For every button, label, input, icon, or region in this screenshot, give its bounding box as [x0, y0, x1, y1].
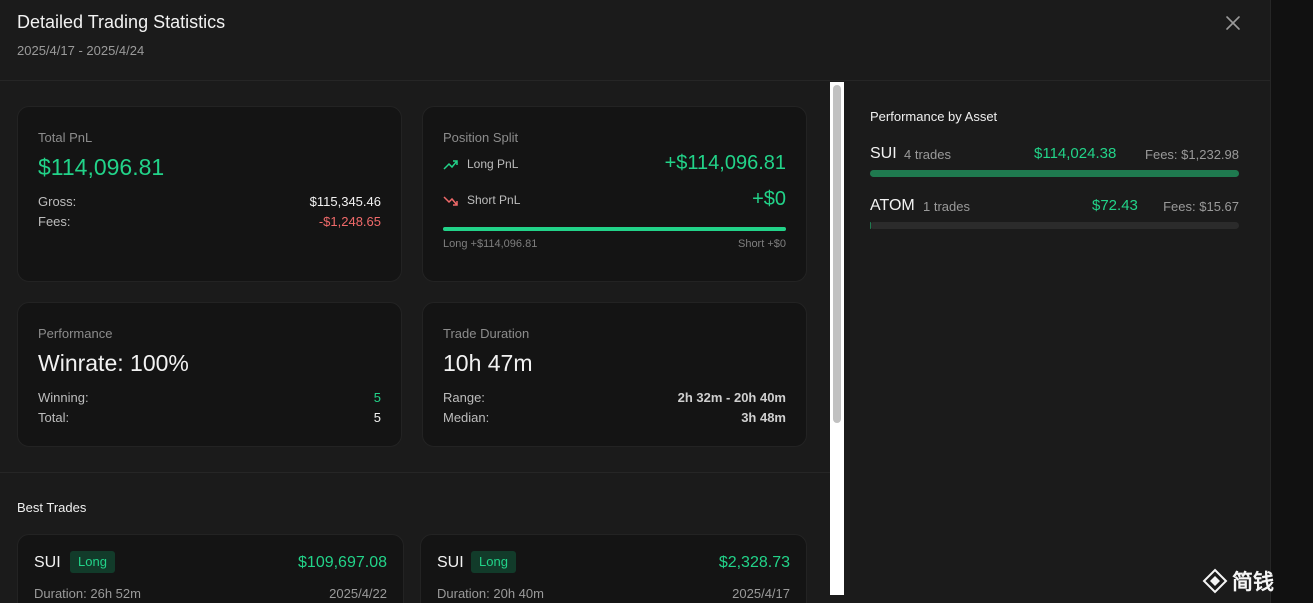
long-pnl-value: +$114,096.81: [664, 152, 786, 174]
best-trade-card[interactable]: SUI Long $109,697.08 Duration: 26h 52m 2…: [17, 534, 404, 603]
trading-stats-modal: Detailed Trading Statistics 2025/4/17 - …: [0, 0, 1271, 603]
split-long-caption: Long +$114,096.81: [443, 238, 538, 250]
fees-label: Fees:: [38, 214, 71, 229]
trend-up-icon: [443, 158, 459, 172]
asset-trades: 4 trades: [904, 147, 951, 162]
date-range: 2025/4/17 - 2025/4/24: [17, 43, 145, 58]
scrollbar-thumb[interactable]: [833, 85, 841, 423]
total-pnl-card: Total PnL $114,096.81 Gross: $115,345.46…: [17, 106, 402, 282]
range-value: 2h 32m - 20h 40m: [677, 390, 786, 405]
median-label: Median:: [443, 410, 490, 425]
total-pnl-value: $114,096.81: [38, 154, 165, 180]
asset-pnl: $114,024.38: [1034, 145, 1117, 162]
winrate-value: Winrate: 100%: [38, 350, 189, 376]
position-split-card: Position Split Long PnL +$114,096.81 Sho…: [422, 106, 807, 282]
best-trades-title: Best Trades: [17, 500, 87, 515]
trade-pnl: $109,697.08: [298, 554, 387, 571]
asset-fees: Fees: $1,232.98: [1145, 147, 1239, 162]
gross-value: $115,345.46: [309, 194, 381, 209]
watermark-text: 简钱: [1232, 571, 1274, 594]
asset-fees: Fees: $15.67: [1163, 199, 1239, 214]
stats-panel: Total PnL $114,096.81 Gross: $115,345.46…: [0, 82, 830, 603]
section-divider: [0, 472, 830, 473]
position-split-label: Position Split: [443, 130, 519, 145]
asset-trades: 1 trades: [923, 199, 970, 214]
trend-down-icon: [443, 194, 459, 208]
performance-label: Performance: [38, 326, 113, 341]
close-icon[interactable]: [1222, 12, 1244, 34]
trade-duration-card: Trade Duration 10h 47m Range: 2h 32m - 2…: [422, 302, 807, 447]
trade-pnl: $2,328.73: [718, 554, 790, 571]
gross-label: Gross:: [38, 194, 77, 209]
trade-asset: SUI: [34, 554, 61, 571]
trade-side-badge: Long: [471, 551, 516, 573]
winning-value: 5: [373, 390, 381, 405]
trade-side-badge: Long: [70, 551, 115, 573]
trade-date: 2025/4/17: [732, 586, 790, 601]
total-pnl-label: Total PnL: [38, 130, 93, 145]
trade-duration: Duration: 20h 40m: [437, 586, 544, 601]
trade-asset: SUI: [437, 554, 464, 571]
asset-performance-title: Performance by Asset: [870, 109, 998, 124]
short-pnl-label: Short PnL: [467, 193, 521, 207]
split-bar-track: [443, 227, 786, 231]
asset-row[interactable]: SUI 4 trades $114,024.38 Fees: $1,232.98: [870, 144, 1239, 180]
long-pnl-label: Long PnL: [467, 157, 519, 171]
duration-value: 10h 47m: [443, 350, 533, 376]
asset-bar-fill: [870, 170, 1239, 177]
winning-label: Winning:: [38, 390, 89, 405]
modal-header: Detailed Trading Statistics 2025/4/17 - …: [0, 0, 1270, 81]
total-trades-value: 5: [373, 410, 381, 425]
trade-date: 2025/4/22: [329, 586, 387, 601]
modal-title: Detailed Trading Statistics: [17, 12, 226, 32]
best-trade-card[interactable]: SUI Long $2,328.73 Duration: 20h 40m 202…: [420, 534, 807, 603]
median-value: 3h 48m: [741, 410, 786, 425]
split-short-caption: Short +$0: [737, 238, 786, 250]
watermark-logo: 简钱: [1202, 566, 1274, 594]
fees-value: -$1,248.65: [318, 214, 381, 229]
asset-bar-track: [870, 170, 1239, 177]
asset-row[interactable]: ATOM 1 trades $72.43 Fees: $15.67: [870, 196, 1239, 232]
duration-label: Trade Duration: [443, 326, 530, 341]
performance-card: Performance Winrate: 100% Winning: 5 Tot…: [17, 302, 402, 447]
total-trades-label: Total:: [38, 410, 70, 425]
split-bar-long: [443, 227, 786, 231]
asset-pnl: $72.43: [1092, 197, 1138, 214]
asset-name: ATOM: [870, 197, 915, 214]
asset-bar-track: [870, 222, 1239, 229]
asset-performance-panel: Performance by Asset SUI 4 trades $114,0…: [845, 82, 1270, 603]
range-label: Range:: [443, 390, 485, 405]
backdrop: [1272, 0, 1313, 603]
asset-name: SUI: [870, 145, 897, 162]
short-pnl-value: +$0: [752, 188, 786, 210]
trade-duration: Duration: 26h 52m: [34, 586, 141, 601]
